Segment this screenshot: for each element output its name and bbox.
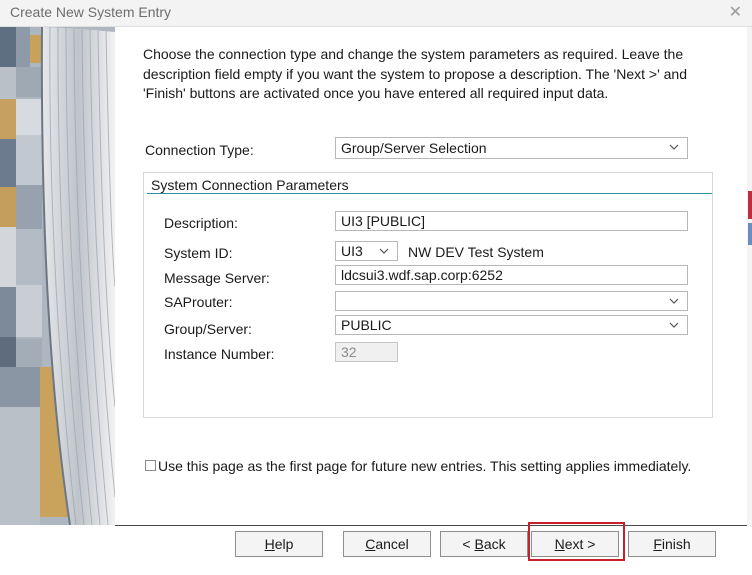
- chevron-down-icon: [669, 322, 679, 328]
- message-server-field[interactable]: ldcsui3.wdf.sap.corp:6252: [335, 265, 688, 285]
- group-server-value: PUBLIC: [341, 317, 392, 333]
- footer-divider: [115, 525, 747, 526]
- edge-marker: [748, 191, 752, 219]
- title-bar: Create New System Entry ✕: [0, 0, 752, 27]
- next-button-highlight: [528, 522, 625, 561]
- connection-type-label: Connection Type:: [145, 142, 254, 158]
- group-title: System Connection Parameters: [151, 177, 349, 193]
- system-name-text: NW DEV Test System: [408, 244, 544, 260]
- group-divider: [147, 193, 712, 194]
- back-button[interactable]: < Back: [440, 531, 528, 557]
- intro-text: Choose the connection type and change th…: [143, 46, 687, 101]
- connection-type-value: Group/Server Selection: [341, 140, 487, 156]
- system-id-select[interactable]: UI3: [335, 241, 398, 261]
- group-server-select[interactable]: PUBLIC: [335, 315, 688, 335]
- system-id-label: System ID:: [164, 245, 233, 261]
- description-field[interactable]: UI3 [PUBLIC]: [335, 211, 688, 231]
- side-banner-image: [0, 27, 115, 525]
- chevron-down-icon: [669, 298, 679, 304]
- system-id-value: UI3: [341, 243, 363, 259]
- connection-type-select[interactable]: Group/Server Selection: [335, 137, 688, 159]
- close-icon[interactable]: ✕: [729, 2, 742, 22]
- instance-number-field: 32: [335, 342, 398, 362]
- first-page-checkbox-label[interactable]: Use this page as the first page for futu…: [158, 458, 691, 474]
- message-server-label: Message Server:: [164, 270, 270, 286]
- chevron-down-icon: [379, 248, 389, 254]
- chevron-down-icon: [669, 144, 679, 150]
- cancel-button[interactable]: Cancel: [343, 531, 431, 557]
- edge-marker: [748, 223, 752, 245]
- background-window-edge: [747, 27, 752, 527]
- group-server-label: Group/Server:: [164, 321, 252, 337]
- architecture-image: [0, 27, 115, 525]
- saprouter-select[interactable]: [335, 291, 688, 311]
- description-label: Description:: [164, 215, 238, 231]
- help-button[interactable]: Help: [235, 531, 323, 557]
- saprouter-label: SAProuter:: [164, 294, 233, 310]
- finish-button[interactable]: Finish: [628, 531, 716, 557]
- window-title: Create New System Entry: [10, 4, 172, 20]
- instance-number-label: Instance Number:: [164, 346, 275, 362]
- first-page-checkbox[interactable]: [145, 460, 156, 471]
